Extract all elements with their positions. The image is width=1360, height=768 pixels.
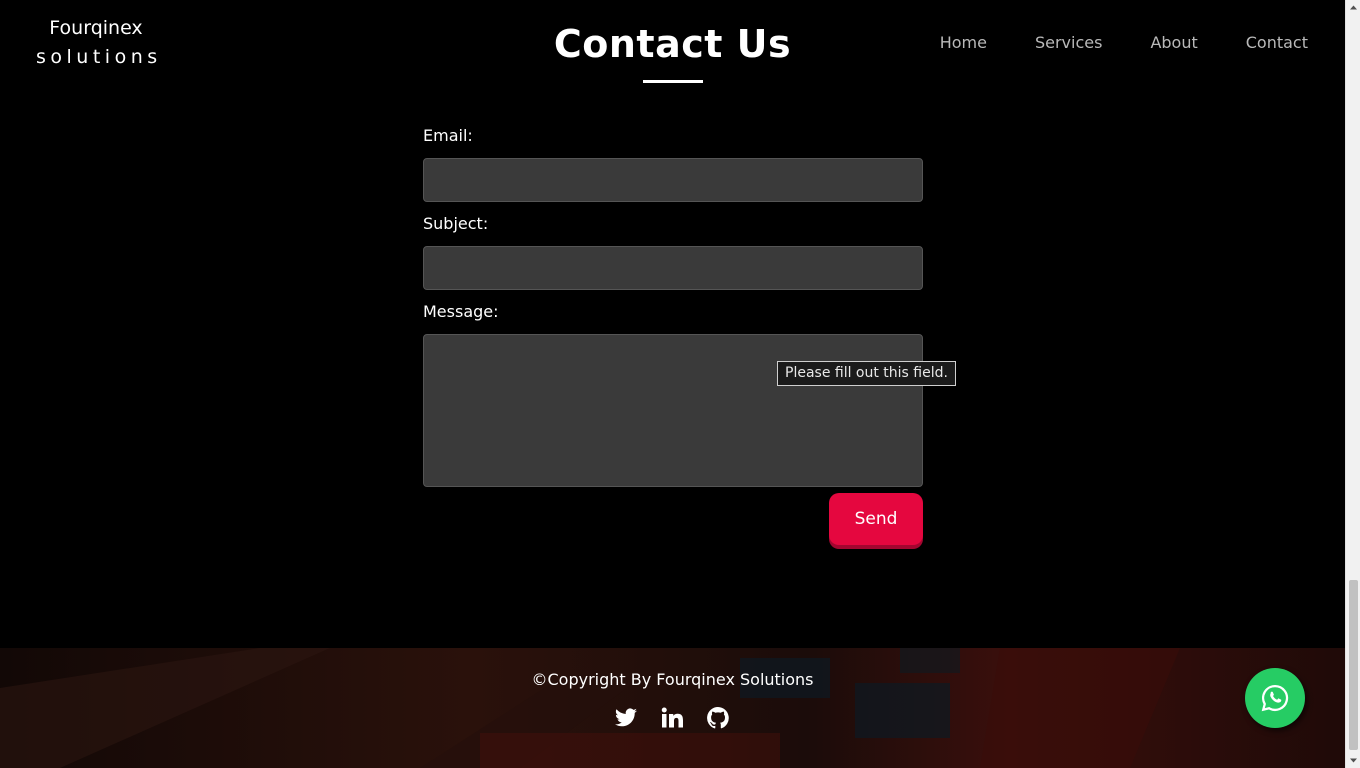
page: Fourqinex solutions Contact Us Home Serv… bbox=[0, 0, 1345, 768]
scroll-down-arrow-icon[interactable] bbox=[1346, 753, 1360, 768]
whatsapp-icon bbox=[1261, 684, 1289, 712]
twitter-icon[interactable] bbox=[614, 706, 638, 730]
message-label: Message: bbox=[423, 302, 499, 321]
copyright-text: ©Copyright By Fourqinex Solutions bbox=[531, 670, 814, 689]
subject-field[interactable] bbox=[423, 246, 923, 290]
scrollbar[interactable] bbox=[1345, 0, 1360, 768]
email-label: Email: bbox=[423, 126, 473, 145]
validation-tooltip: Please fill out this field. bbox=[777, 361, 956, 386]
whatsapp-button[interactable] bbox=[1245, 668, 1305, 728]
nav-contact[interactable]: Contact bbox=[1246, 33, 1308, 53]
linkedin-icon[interactable] bbox=[660, 706, 684, 730]
title-underline bbox=[643, 80, 703, 83]
github-icon[interactable] bbox=[706, 706, 730, 730]
send-button[interactable]: Send bbox=[829, 493, 923, 545]
nav-services[interactable]: Services bbox=[1035, 33, 1102, 53]
main-nav: Home Services About Contact bbox=[940, 33, 1308, 53]
scroll-up-arrow-icon[interactable] bbox=[1346, 0, 1360, 15]
subject-label: Subject: bbox=[423, 214, 489, 233]
contact-form: Email: Subject: Message: bbox=[423, 124, 923, 497]
scroll-thumb[interactable] bbox=[1349, 580, 1358, 750]
nav-home[interactable]: Home bbox=[940, 33, 987, 53]
send-wrapper: Send bbox=[829, 493, 923, 545]
email-field[interactable] bbox=[423, 158, 923, 202]
footer: ©Copyright By Fourqinex Solutions bbox=[0, 648, 1345, 768]
nav-about[interactable]: About bbox=[1150, 33, 1197, 53]
social-links bbox=[614, 706, 730, 730]
message-field[interactable] bbox=[423, 334, 923, 487]
